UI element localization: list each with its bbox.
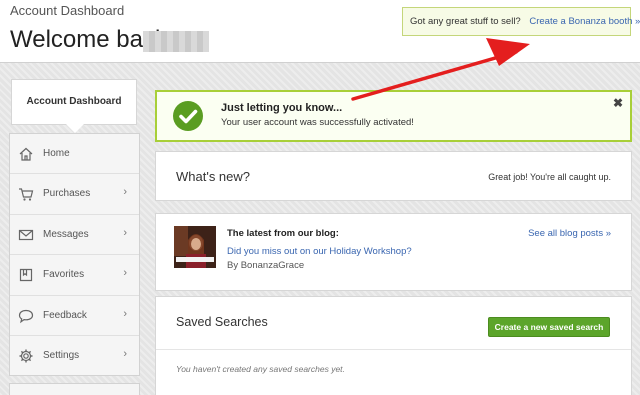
dashboard-content: Account Dashboard Home Purchases › Messa… (0, 62, 640, 395)
create-saved-search-button[interactable]: Create a new saved search (488, 317, 610, 337)
sidebar-item-home[interactable]: Home (10, 134, 139, 175)
tab-account-dashboard[interactable]: Account Dashboard (11, 79, 137, 133)
chevron-right-icon: › (123, 226, 127, 239)
page-header: Account Dashboard Welcome back, Got any … (0, 0, 640, 62)
whats-new-title: What's new? (176, 169, 251, 184)
breadcrumb: Account Dashboard (10, 3, 125, 18)
chevron-right-icon: › (123, 186, 127, 199)
notice-title: Just letting you know... (221, 102, 343, 114)
blog-post-thumbnail[interactable] (174, 226, 216, 268)
see-all-blog-posts-link[interactable]: See all blog posts » (528, 228, 611, 239)
blog-post-author: By BonanzaGrace (227, 260, 305, 271)
blog-post-link[interactable]: Did you miss out on our Holiday Workshop… (227, 246, 412, 257)
sidebar-item-label: Home (43, 148, 70, 159)
sell-prompt-box: Got any great stuff to sell? Create a Bo… (402, 7, 640, 36)
sidebar-nav: Home Purchases › Messages › Favorites › … (9, 133, 140, 376)
sidebar-item-label: Messages (43, 228, 89, 240)
bookmark-icon (19, 269, 33, 282)
home-icon (19, 147, 33, 161)
chevron-right-icon: › (123, 307, 127, 320)
sidebar-item-purchases[interactable]: Purchases › (10, 174, 139, 215)
sidebar-item-label: Favorites (43, 269, 85, 281)
cart-icon (19, 188, 34, 201)
gear-icon (19, 349, 33, 363)
chevron-right-icon: › (123, 347, 127, 360)
whats-new-status: Great job! You're all caught up. (488, 172, 611, 182)
redacted-username (143, 31, 209, 52)
envelope-icon (18, 229, 34, 240)
activation-notice: Just letting you know... Your user accou… (155, 90, 632, 142)
saved-searches-empty-message: You haven't created any saved searches y… (176, 364, 345, 374)
sidebar-item-label: Purchases (43, 188, 91, 200)
sidebar-item-label: Feedback (43, 309, 87, 321)
notice-message: Your user account was successfully activ… (221, 117, 414, 128)
close-icon[interactable]: ✖ (613, 96, 623, 110)
blog-panel: The latest from our blog: Did you miss o… (155, 213, 632, 291)
checkmark-icon (173, 101, 203, 131)
saved-searches-title: Saved Searches (176, 315, 268, 329)
whats-new-panel: What's new? Great job! You're all caught… (155, 151, 632, 201)
sidebar-secondary-box (9, 383, 140, 395)
divider (156, 349, 631, 350)
sell-prompt-question: Got any great stuff to sell? (410, 16, 521, 27)
blog-heading: The latest from our blog: (227, 228, 339, 239)
sidebar-item-favorites[interactable]: Favorites › (10, 255, 139, 296)
sidebar-item-feedback[interactable]: Feedback › (10, 296, 139, 336)
sidebar-item-messages[interactable]: Messages › (10, 215, 139, 256)
speech-bubble-icon (18, 309, 34, 323)
sidebar-item-label: Settings (43, 349, 80, 361)
sidebar-item-settings[interactable]: Settings › (10, 336, 139, 376)
saved-searches-panel: Saved Searches Create a new saved search… (155, 296, 632, 395)
create-booth-link[interactable]: Create a Bonanza booth » (529, 16, 640, 27)
chevron-right-icon: › (123, 267, 127, 280)
